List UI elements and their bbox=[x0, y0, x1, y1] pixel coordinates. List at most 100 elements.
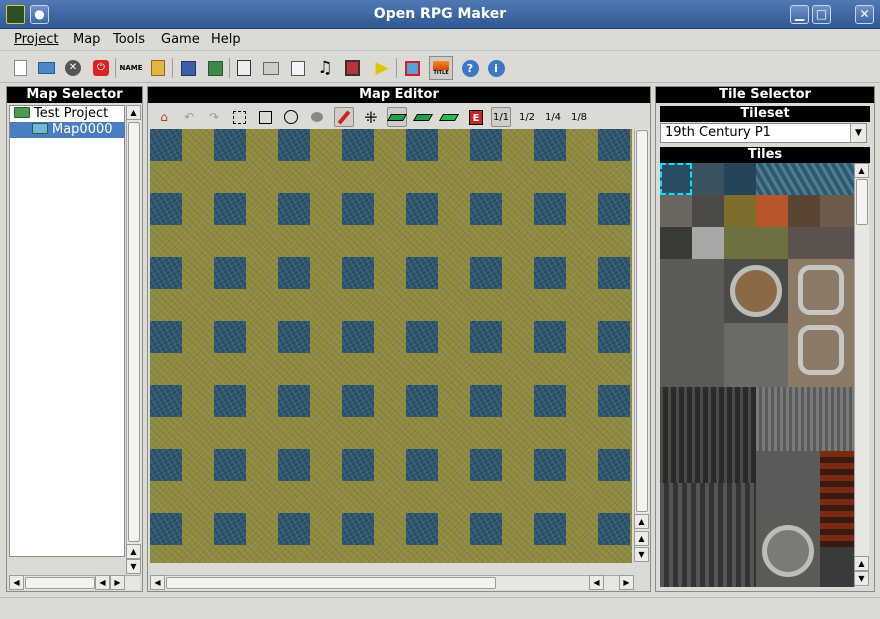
map-vscroll[interactable]: ▲ ▲ ▼ bbox=[634, 129, 649, 562]
tile-stone[interactable] bbox=[692, 195, 724, 227]
tree-item-project[interactable]: Test Project bbox=[10, 106, 124, 122]
scroll-up-arrow[interactable]: ▲ bbox=[634, 514, 649, 529]
layer-upper-icon[interactable] bbox=[412, 107, 434, 127]
zoom-1-2-button[interactable]: 1/2 bbox=[517, 107, 537, 127]
menu-map[interactable]: Map bbox=[73, 32, 100, 47]
tile-water-selected[interactable] bbox=[660, 163, 692, 195]
maximize-button[interactable]: □ bbox=[812, 5, 831, 24]
fill-tool-icon[interactable] bbox=[307, 107, 327, 127]
scroll-up-arrow[interactable]: ▲ bbox=[126, 544, 141, 559]
title-screen-icon[interactable]: TITLE bbox=[429, 56, 453, 80]
scroll-left-arrow[interactable]: ◀ bbox=[589, 575, 604, 590]
scroll-thumb[interactable] bbox=[636, 130, 648, 512]
menu-help[interactable]: Help bbox=[211, 32, 241, 47]
music-icon[interactable]: ♫ bbox=[315, 58, 335, 78]
chevron-down-icon[interactable]: ▼ bbox=[850, 124, 866, 142]
map-tree-vscroll[interactable]: ▲ ▲ ▼ bbox=[126, 105, 141, 574]
tile-dirt[interactable] bbox=[788, 195, 820, 227]
map-water-tile bbox=[598, 449, 630, 481]
scroll-down-arrow[interactable]: ▼ bbox=[854, 571, 869, 586]
start-position-icon[interactable]: ⌂ bbox=[154, 107, 174, 127]
script-editor-icon[interactable] bbox=[234, 58, 254, 78]
tile-fire[interactable] bbox=[820, 451, 854, 547]
tile-water[interactable] bbox=[724, 163, 756, 195]
map-hscroll[interactable]: ◀ ◀ ▶ bbox=[150, 575, 634, 590]
scroll-left-arrow[interactable]: ◀ bbox=[9, 575, 24, 590]
resource-manager-icon[interactable] bbox=[288, 58, 308, 78]
scroll-thumb[interactable] bbox=[25, 577, 95, 589]
tile-grass[interactable] bbox=[724, 195, 756, 227]
map-tree[interactable]: Test Project Map0000 bbox=[9, 105, 125, 557]
import-icon[interactable] bbox=[205, 58, 225, 78]
scroll-left-arrow[interactable]: ◀ bbox=[150, 575, 165, 590]
tile-stone[interactable] bbox=[660, 195, 692, 227]
database-icon[interactable] bbox=[148, 58, 168, 78]
scroll-up-arrow[interactable]: ▲ bbox=[634, 531, 649, 546]
rectangle-tool-icon[interactable] bbox=[255, 107, 275, 127]
tile-moss[interactable] bbox=[724, 227, 788, 259]
select-tool-icon[interactable] bbox=[229, 107, 249, 127]
grid-tool-icon[interactable]: ⁜ bbox=[361, 107, 381, 127]
close-button[interactable]: ✕ bbox=[855, 5, 874, 24]
scroll-down-arrow[interactable]: ▼ bbox=[634, 547, 649, 562]
scroll-thumb[interactable] bbox=[856, 179, 868, 225]
tileset-select[interactable]: 19th Century P1 ▼ bbox=[660, 123, 867, 143]
redo-icon[interactable]: ↷ bbox=[204, 107, 224, 127]
event-layer-icon[interactable]: E bbox=[466, 107, 486, 127]
layer-all-icon[interactable] bbox=[438, 107, 460, 127]
new-project-icon[interactable] bbox=[10, 58, 30, 78]
about-icon[interactable]: i bbox=[486, 58, 506, 78]
undo-icon[interactable]: ↶ bbox=[179, 107, 199, 127]
scroll-right-arrow[interactable]: ▶ bbox=[619, 575, 634, 590]
tile-water[interactable] bbox=[692, 163, 724, 195]
tile-metal-floor[interactable] bbox=[724, 323, 788, 387]
tile-manhole[interactable] bbox=[756, 515, 820, 587]
tile-palette[interactable] bbox=[660, 163, 854, 587]
scroll-up-arrow[interactable]: ▲ bbox=[126, 105, 141, 120]
menu-project[interactable]: Project bbox=[14, 32, 58, 47]
menu-game[interactable]: Game bbox=[161, 32, 200, 47]
tile-lava[interactable] bbox=[756, 195, 788, 227]
help-icon[interactable]: ? bbox=[460, 58, 480, 78]
circle-tool-icon[interactable] bbox=[281, 107, 301, 127]
scroll-right-arrow[interactable]: ▶ bbox=[110, 575, 125, 590]
scroll-up-arrow[interactable]: ▲ bbox=[854, 556, 869, 571]
pencil-tool-icon[interactable] bbox=[334, 107, 354, 127]
tiles-vscroll[interactable]: ▲ ▲ ▼ bbox=[854, 163, 869, 587]
movie-icon[interactable] bbox=[342, 58, 362, 78]
tile-wall[interactable] bbox=[660, 259, 724, 387]
tile-corrugated[interactable] bbox=[756, 387, 854, 451]
layer-lower-icon[interactable] bbox=[386, 107, 408, 127]
tile-grate[interactable] bbox=[660, 483, 756, 587]
tile-dark-stone[interactable] bbox=[660, 227, 692, 259]
tile-valve-wheel[interactable] bbox=[724, 259, 788, 323]
scroll-thumb[interactable] bbox=[166, 577, 496, 589]
quit-icon[interactable]: ⏻ bbox=[91, 58, 111, 78]
tile-concrete[interactable] bbox=[756, 451, 820, 515]
map-canvas[interactable] bbox=[150, 129, 632, 563]
map-tree-hscroll[interactable]: ◀ ◀ ▶ bbox=[9, 575, 140, 590]
scroll-left-arrow[interactable]: ◀ bbox=[95, 575, 110, 590]
tile-gate[interactable] bbox=[660, 387, 756, 483]
close-project-icon[interactable]: ✕ bbox=[63, 58, 83, 78]
scroll-up-arrow[interactable]: ▲ bbox=[854, 163, 869, 178]
fullscreen-icon[interactable] bbox=[402, 58, 422, 78]
minimize-button[interactable]: ▁ bbox=[790, 5, 809, 24]
zoom-1-4-button[interactable]: 1/4 bbox=[543, 107, 563, 127]
zoom-1-8-button[interactable]: 1/8 bbox=[569, 107, 589, 127]
scroll-thumb[interactable] bbox=[128, 122, 140, 542]
tree-item-map[interactable]: Map0000 bbox=[10, 122, 125, 138]
open-project-icon[interactable] bbox=[36, 58, 56, 78]
tile-pipes[interactable] bbox=[788, 259, 854, 387]
zoom-1-1-button[interactable]: 1/1 bbox=[491, 107, 511, 127]
tile-dirt[interactable] bbox=[820, 195, 854, 227]
tile-rock[interactable] bbox=[788, 227, 854, 259]
material-icon[interactable] bbox=[261, 58, 281, 78]
play-test-icon[interactable]: ▶ bbox=[372, 58, 392, 78]
tile-gravel[interactable] bbox=[692, 227, 724, 259]
menu-tools[interactable]: Tools bbox=[113, 32, 145, 47]
tile-water[interactable] bbox=[756, 163, 854, 195]
game-name-icon[interactable]: NAME bbox=[119, 58, 142, 78]
scroll-down-arrow[interactable]: ▼ bbox=[126, 559, 141, 574]
save-icon[interactable] bbox=[178, 58, 198, 78]
